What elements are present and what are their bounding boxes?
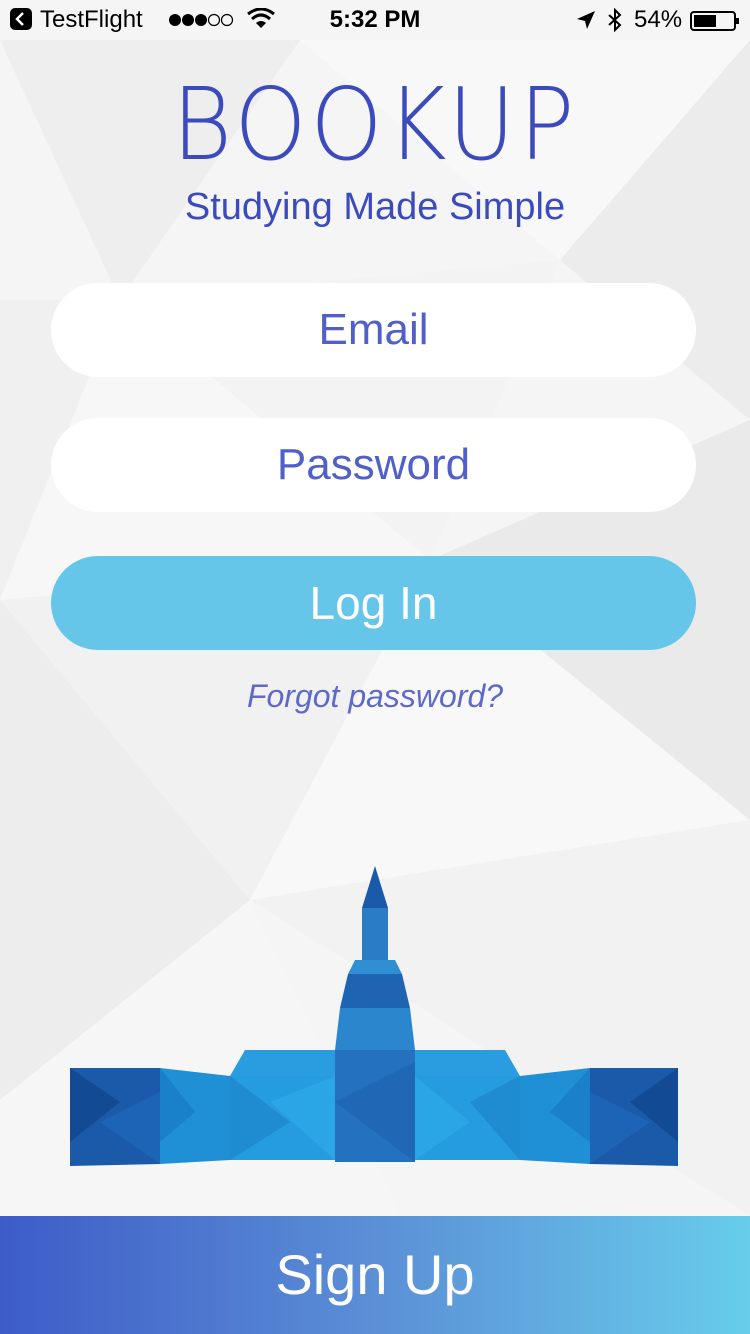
status-bar: TestFlight 5:32 PM 54% [0,0,750,40]
bluetooth-icon [608,8,622,32]
low-poly-building-icon [70,866,678,1166]
battery-percentage: 54% [634,6,683,33]
app-title: BOOKUP [171,66,579,183]
location-arrow-icon [577,11,595,29]
password-field[interactable] [51,418,696,512]
signup-button[interactable]: Sign Up [0,1216,750,1334]
app-tagline: Studying Made Simple [184,186,566,228]
battery-icon [690,11,739,31]
email-field[interactable] [51,283,696,377]
forgot-password-link[interactable]: Forgot password? [0,678,750,715]
login-button[interactable]: Log In [51,556,696,650]
